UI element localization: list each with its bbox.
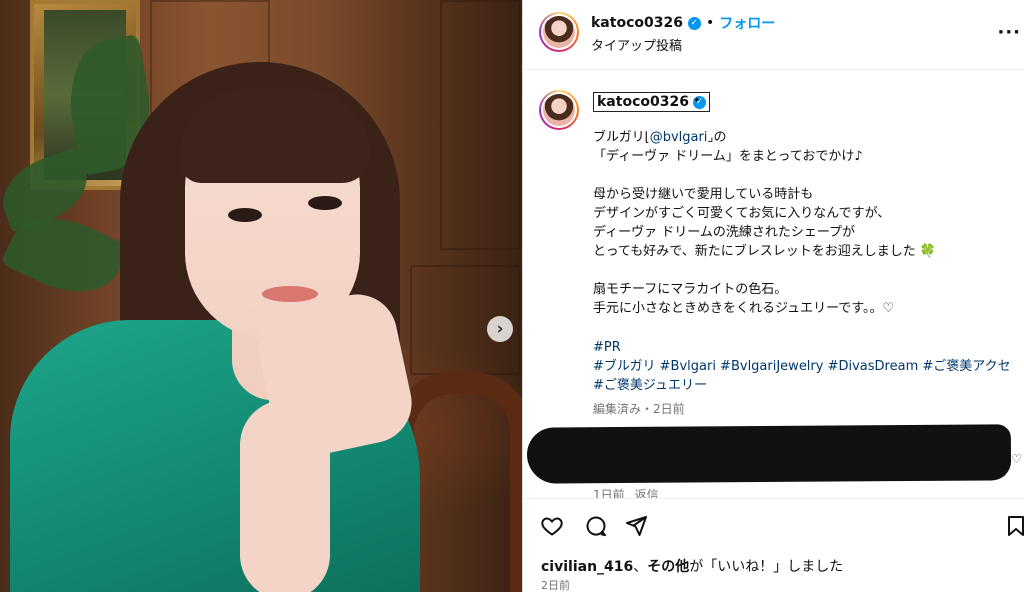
hashtags[interactable]: #PR #ブルガリ #Bvlgari #BvlgariJewelry #Diva… xyxy=(593,338,1023,395)
redacted-comment xyxy=(526,424,1012,484)
action-bar: civilian_416、その他が「いいね！」しました 2日前 xyxy=(523,498,1024,592)
edited-meta: 編集済み・2日前 xyxy=(593,402,685,416)
post-panel: katoco0326 ✓ • フォロー タイアップ投稿 ··· katoco03… xyxy=(522,0,1024,592)
likes-sep: 、 xyxy=(633,559,648,575)
header-user-line: katoco0326 ✓ • フォロー xyxy=(591,13,775,33)
left-eye xyxy=(228,208,262,222)
follow-button[interactable]: フォロー xyxy=(719,13,775,33)
right-eye xyxy=(308,196,342,210)
verified-badge-icon: ✓ xyxy=(687,16,701,30)
post-time[interactable]: 2日前 xyxy=(541,577,570,592)
lips xyxy=(262,286,318,302)
username-link[interactable]: katoco0326 xyxy=(591,15,683,31)
sparkle-icon: ✦ xyxy=(693,96,701,106)
bangs xyxy=(180,88,370,183)
mention-link[interactable]: @bvlgari xyxy=(650,130,708,145)
likes-user-link[interactable]: civilian_416 xyxy=(541,559,633,575)
comment-like-heart-icon[interactable]: ♡ xyxy=(1011,452,1022,466)
post-header: katoco0326 ✓ • フォロー タイアップ投稿 ··· xyxy=(523,0,1024,70)
caption-username: katoco0326 xyxy=(597,94,689,110)
comment-bubble-icon[interactable] xyxy=(583,513,609,539)
caption-line1b: ⌟の xyxy=(707,130,727,145)
caption-line1a: ブルガリ⌊ xyxy=(593,130,650,145)
save-bookmark-icon[interactable] xyxy=(1003,513,1024,539)
likes-summary: civilian_416、その他が「いいね！」しました xyxy=(541,556,843,576)
more-horizontal-icon[interactable]: ··· xyxy=(997,22,1021,43)
caption-body: 「ディーヴァ ドリーム」をまとっておでかけ♪ 母から受け継いで愛用している時計も… xyxy=(593,149,937,316)
likes-others-link[interactable]: その他 xyxy=(647,559,689,575)
arm xyxy=(240,400,330,592)
share-paper-plane-icon[interactable] xyxy=(623,513,649,539)
wall-panel xyxy=(440,0,520,250)
paid-partnership-label[interactable]: タイアップ投稿 xyxy=(591,35,682,54)
like-heart-icon[interactable] xyxy=(539,513,565,539)
separator: • xyxy=(705,15,715,31)
post-photo[interactable]: › xyxy=(0,0,522,592)
caption-text: ブルガリ⌊@bvlgari⌟の 「ディーヴァ ドリーム」をまとっておでかけ♪ 母… xyxy=(593,128,1023,318)
caption-avatar[interactable] xyxy=(539,90,579,130)
avatar[interactable] xyxy=(539,12,579,52)
carousel-next-button[interactable]: › xyxy=(487,316,513,342)
likes-suffix: が「いいね！」しました xyxy=(689,559,844,575)
